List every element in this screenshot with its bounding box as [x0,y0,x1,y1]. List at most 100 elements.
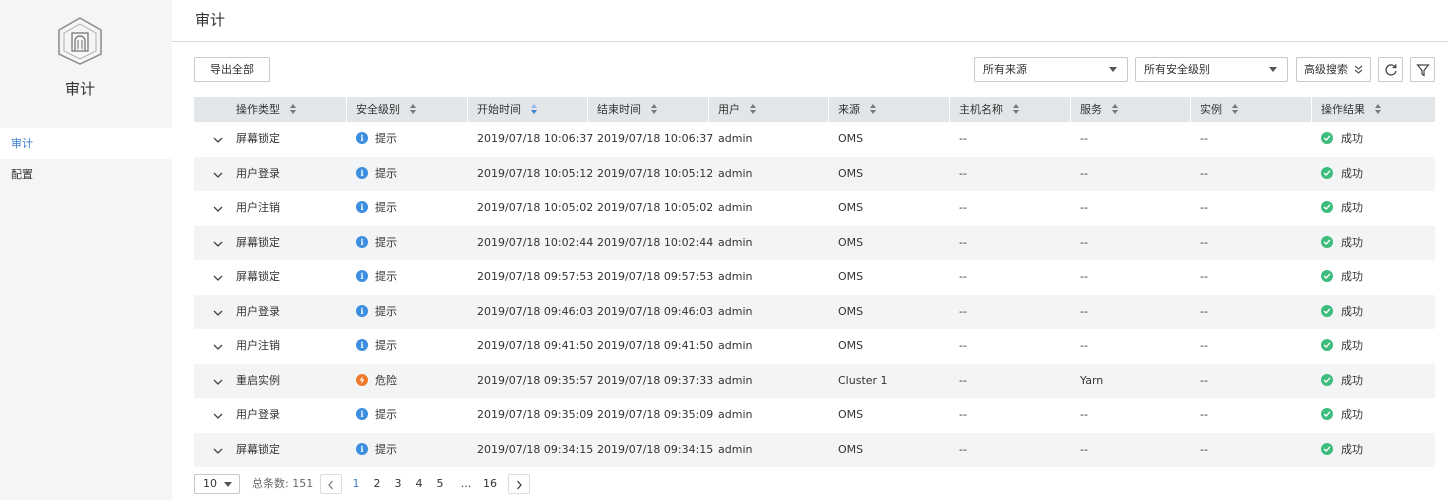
expand-row-chevron-icon[interactable] [213,238,223,247]
cell-service-text: -- [1080,270,1088,283]
cell-source-text: Cluster 1 [838,373,888,387]
cell-start-time-text: 2019/07/18 09:35:57 [477,373,594,387]
sort-icon[interactable] [1232,103,1239,115]
column-header-start-time[interactable]: 开始时间 [477,97,538,122]
cell-instance-text: -- [1200,201,1208,214]
table-row[interactable]: 屏幕锁定 i 提示 2019/07/18 09:34:15 2019/07/18 09:… [194,432,1435,468]
sort-icon[interactable] [290,103,297,115]
cell-result-text: 成功 [1341,304,1363,318]
source-select[interactable]: 所有来源 [974,57,1128,82]
page-number-button[interactable]: 1 [349,474,363,494]
cell-instance-text: -- [1200,408,1208,421]
expand-row-chevron-icon[interactable] [213,341,223,350]
sort-icon[interactable] [410,103,417,115]
cell-host-name: -- [959,226,967,261]
advanced-search-button[interactable]: 高级搜索 [1296,57,1371,82]
table-row[interactable]: 重启实例 危险 2019/07/18 09:35:57 2019/07/18 09:3… [194,363,1435,399]
expand-row-chevron-icon[interactable] [213,272,223,281]
page-number-button[interactable]: 2 [370,474,384,494]
column-header-end-time[interactable]: 结束时间 [597,97,658,122]
cell-result-text: 成功 [1341,166,1363,180]
expand-row-chevron-icon[interactable] [213,445,223,454]
sort-icon[interactable] [870,103,877,115]
filter-button[interactable] [1410,57,1435,82]
export-all-button[interactable]: 导出全部 [194,57,270,82]
cell-service: -- [1080,329,1088,364]
cell-instance-text: -- [1200,304,1208,318]
security-level-select[interactable]: 所有安全级别 [1135,57,1288,82]
column-header-user[interactable]: 用户 [718,97,757,122]
table-row[interactable]: 屏幕锁定 i 提示 2019/07/18 10:06:37 2019/07/18 10:… [194,122,1435,157]
expand-row-chevron-icon[interactable] [213,134,223,143]
success-check-icon [1321,132,1333,144]
cell-start-time: 2019/07/18 10:05:02 [477,191,593,226]
success-check-icon [1321,408,1333,420]
cell-source: OMS [838,226,863,261]
cell-start-time: 2019/07/18 09:46:03 [477,295,593,330]
info-icon: i [356,270,368,282]
table-row[interactable]: 用户登录 i 提示 2019/07/18 10:05:12 2019/07/18 10:… [194,156,1435,191]
prev-page-button[interactable] [320,474,342,494]
cell-start-time-text: 2019/07/18 09:57:53 [477,270,594,283]
cell-source: OMS [838,329,863,364]
table-row[interactable]: 用户登录 i 提示 2019/07/18 09:46:03 2019/07/18 09:… [194,294,1435,330]
sort-icon[interactable] [750,103,757,115]
column-header-instance[interactable]: 实例 [1200,97,1239,122]
page-number-button[interactable]: 16 [479,474,501,494]
column-header-operation-type[interactable]: 操作类型 [236,97,297,122]
sort-icon[interactable] [531,103,538,115]
cell-host-name: -- [959,122,967,157]
cell-user-text: admin [718,132,753,145]
table-row[interactable]: 屏幕锁定 i 提示 2019/07/18 10:02:44 2019/07/18 10:… [194,225,1435,261]
sidebar-item-config[interactable]: 配置 [0,159,172,190]
column-header-host-name[interactable]: 主机名称 [959,97,1020,122]
expand-row-chevron-icon[interactable] [213,307,223,316]
expand-row-chevron-icon[interactable] [213,410,223,419]
refresh-button[interactable] [1378,57,1403,82]
table-row[interactable]: 屏幕锁定 i 提示 2019/07/18 09:57:53 2019/07/18 09:… [194,260,1435,295]
cell-user-text: admin [718,304,753,318]
cell-operation-type: 用户登录 [236,295,280,330]
page-number-button[interactable]: 4 [412,474,426,494]
page-number-button[interactable]: 3 [391,474,405,494]
cell-result-text: 成功 [1341,132,1363,145]
cell-instance: -- [1200,433,1208,468]
cell-operation-type-text: 屏幕锁定 [236,235,280,249]
table-row[interactable]: 用户注销 i 提示 2019/07/18 10:05:02 2019/07/18 10:… [194,191,1435,226]
cell-start-time-text: 2019/07/18 10:02:44 [477,235,594,249]
cell-source: OMS [838,122,863,157]
expand-row-chevron-icon[interactable] [213,376,223,385]
sort-icon[interactable] [1375,103,1382,115]
page-number-button[interactable]: 5 [433,474,447,494]
table-row[interactable]: 用户注销 i 提示 2019/07/18 09:41:50 2019/07/18 09:… [194,329,1435,364]
cell-security-level: i 提示 [356,226,397,261]
cell-service: -- [1080,398,1088,433]
column-header-service[interactable]: 服务 [1080,97,1119,122]
sidebar-item-audit[interactable]: 审计 [0,128,172,159]
chevron-right-icon [517,480,522,490]
cell-service: -- [1080,226,1088,261]
expand-row-chevron-icon[interactable] [213,203,223,212]
cell-start-time-text: 2019/07/18 10:05:02 [477,201,594,214]
cell-instance: -- [1200,364,1208,399]
column-header-source[interactable]: 来源 [838,97,877,122]
cell-instance: -- [1200,260,1208,295]
success-check-icon [1321,166,1333,179]
cell-host-name-text: -- [959,270,967,283]
cell-user-text: admin [718,201,753,214]
next-page-button[interactable] [508,474,530,494]
expand-row-chevron-icon[interactable] [213,169,223,178]
cell-source: OMS [838,398,863,433]
page-size-select[interactable]: 10 [194,474,240,494]
cell-operation-type: 用户注销 [236,329,280,364]
sort-icon[interactable] [1112,103,1119,115]
column-header-security-level[interactable]: 安全级别 [356,97,417,122]
table-row[interactable]: 用户登录 i 提示 2019/07/18 09:35:09 2019/07/18 09:… [194,398,1435,433]
cell-host-name: -- [959,398,967,433]
sort-icon[interactable] [651,103,658,115]
cell-user: admin [718,398,752,433]
sort-icon[interactable] [1013,103,1020,115]
cell-operation-type-text: 用户登录 [236,166,280,180]
column-header-result[interactable]: 操作结果 [1321,97,1382,122]
cell-instance: -- [1200,226,1208,261]
